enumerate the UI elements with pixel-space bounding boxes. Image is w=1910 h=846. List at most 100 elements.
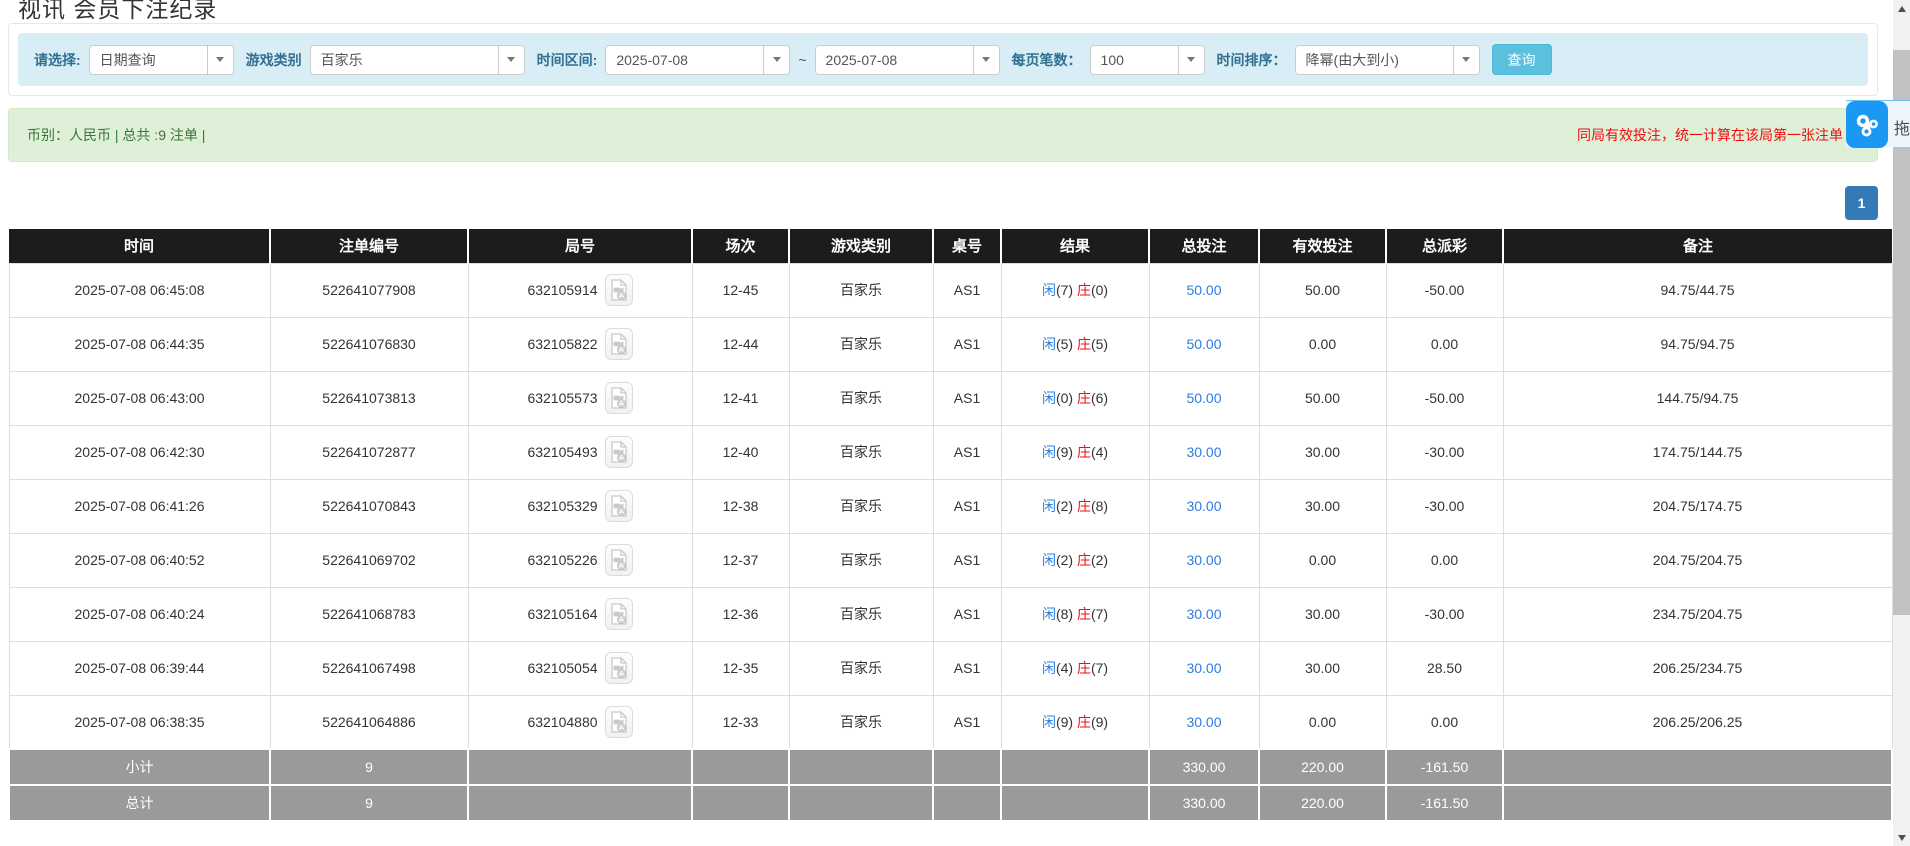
total-row-cell — [788, 784, 934, 822]
range-separator: ~ — [798, 51, 807, 68]
page-size-value: 100 — [1100, 51, 1124, 68]
cell-round: 632104880 — [467, 694, 693, 750]
table-row: 2025-07-08 06:45:08 522641077908 632105914… — [8, 262, 1893, 318]
video-replay-button[interactable] — [604, 436, 633, 468]
round-number: 632105914 — [527, 282, 598, 298]
page: 视讯 会员下注纪录 请选择: 日期查询 游戏类别 百家乐 时间区间: 2025-… — [0, 0, 1910, 846]
cell-round: 632105329 — [467, 478, 693, 534]
total-bet-link[interactable]: 50.00 — [1186, 282, 1221, 298]
total-bet-link[interactable]: 30.00 — [1186, 606, 1221, 622]
cell-total-bet: 30.00 — [1148, 532, 1260, 588]
cell-time: 2025-07-08 06:40:24 — [8, 586, 271, 642]
chevron-down-icon[interactable] — [1177, 45, 1204, 74]
cell-time: 2025-07-08 06:42:30 — [8, 424, 271, 480]
total-bet-link[interactable]: 30.00 — [1186, 660, 1221, 676]
player-result-label: 闲 — [1041, 606, 1056, 622]
time-sort-select[interactable]: 降幂(由大到小) — [1294, 44, 1480, 75]
subtotal-row: 小计 9 330.00 220.00 -161.50 — [8, 748, 1893, 786]
cell-time: 2025-07-08 06:38:35 — [8, 694, 271, 750]
cell-remark: 206.25/206.25 — [1502, 694, 1893, 750]
subtotal-row-cell: 9 — [269, 748, 469, 786]
cell-time: 2025-07-08 06:45:08 — [8, 262, 271, 318]
cloud-share-button[interactable] — [1846, 101, 1888, 148]
subtotal-row-cell: 小计 — [8, 748, 271, 786]
cell-table-no: AS1 — [932, 640, 1002, 696]
cell-bet-id: 522641069702 — [269, 532, 469, 588]
cell-table-no: AS1 — [932, 424, 1002, 480]
banker-result-label: 庄 — [1076, 444, 1091, 460]
cell-round: 632105822 — [467, 316, 693, 372]
date-from-select[interactable]: 2025-07-08 — [605, 44, 791, 75]
query-type-select[interactable]: 日期查询 — [88, 44, 234, 75]
video-replay-button[interactable] — [604, 382, 633, 414]
cell-time: 2025-07-08 06:43:00 — [8, 370, 271, 426]
scroll-down-button[interactable] — [1893, 829, 1910, 846]
video-replay-button[interactable] — [604, 544, 633, 576]
subtotal-row-cell — [932, 748, 1002, 786]
subtotal-row-cell: 330.00 — [1148, 748, 1260, 786]
video-replay-button[interactable] — [604, 652, 633, 684]
cell-bet-id: 522641076830 — [269, 316, 469, 372]
cell-table-no: AS1 — [932, 478, 1002, 534]
scroll-up-button[interactable] — [1893, 0, 1910, 17]
cell-table-no: AS1 — [932, 370, 1002, 426]
cell-payout: 0.00 — [1385, 694, 1504, 750]
table-row: 2025-07-08 06:42:30 522641072877 632105493… — [8, 424, 1893, 480]
video-replay-button[interactable] — [604, 598, 633, 630]
player-result-score: (9) — [1055, 713, 1077, 730]
total-bet-link[interactable]: 50.00 — [1186, 336, 1221, 352]
cell-valid-bet: 30.00 — [1258, 640, 1387, 696]
cell-valid-bet: 30.00 — [1258, 424, 1387, 480]
cell-result: 闲(7) 庄(0) — [1000, 262, 1150, 318]
player-result-label: 闲 — [1041, 498, 1056, 514]
chevron-down-icon[interactable] — [763, 45, 790, 74]
page-size-select[interactable]: 100 — [1089, 44, 1205, 75]
table-row: 2025-07-08 06:44:35 522641076830 632105822… — [8, 316, 1893, 372]
video-replay-button[interactable] — [604, 274, 633, 306]
video-replay-button[interactable] — [604, 490, 633, 522]
subtotal-row-cell — [1502, 748, 1893, 786]
date-to-value: 2025-07-08 — [825, 51, 898, 68]
round-number: 632105493 — [527, 444, 598, 460]
game-category-label: 游戏类别 — [245, 51, 302, 68]
chevron-down-icon[interactable] — [206, 45, 233, 74]
subtotal-row-cell: 220.00 — [1258, 748, 1387, 786]
cell-valid-bet: 0.00 — [1258, 532, 1387, 588]
chevron-down-icon[interactable] — [1452, 45, 1479, 74]
cell-session: 12-44 — [691, 316, 790, 372]
total-bet-link[interactable]: 30.00 — [1186, 552, 1221, 568]
cell-game: 百家乐 — [788, 478, 934, 534]
subtotal-row-cell — [691, 748, 790, 786]
time-range-label: 时间区间: — [536, 51, 598, 68]
query-button[interactable]: 查询 — [1491, 44, 1552, 75]
cell-payout: -30.00 — [1385, 478, 1504, 534]
page-size-label: 每页笔数： — [1011, 51, 1082, 68]
query-type-value: 日期查询 — [99, 51, 156, 68]
player-result-score: (8) — [1055, 606, 1077, 622]
cell-time: 2025-07-08 06:44:35 — [8, 316, 271, 372]
game-category-select[interactable]: 百家乐 — [309, 44, 525, 75]
video-replay-button[interactable] — [604, 328, 633, 360]
total-bet-link[interactable]: 30.00 — [1186, 714, 1221, 730]
cell-session: 12-38 — [691, 478, 790, 534]
total-bet-link[interactable]: 30.00 — [1186, 498, 1221, 514]
cell-payout: -50.00 — [1385, 262, 1504, 318]
game-category-value: 百家乐 — [320, 51, 363, 68]
total-bet-link[interactable]: 30.00 — [1186, 444, 1221, 460]
query-type-label: 请选择: — [34, 51, 81, 68]
date-to-select[interactable]: 2025-07-08 — [814, 44, 1000, 75]
total-bet-link[interactable]: 50.00 — [1186, 390, 1221, 406]
cell-session: 12-36 — [691, 586, 790, 642]
chevron-down-icon[interactable] — [497, 45, 524, 74]
page-1-button[interactable]: 1 — [1845, 186, 1878, 220]
chevron-down-icon[interactable] — [972, 45, 999, 74]
cell-payout: -30.00 — [1385, 586, 1504, 642]
cell-valid-bet: 0.00 — [1258, 316, 1387, 372]
cell-round: 632105164 — [467, 586, 693, 642]
column-header: 场次 — [692, 229, 790, 263]
cell-time: 2025-07-08 06:39:44 — [8, 640, 271, 696]
cell-time: 2025-07-08 06:41:26 — [8, 478, 271, 534]
total-row: 总计 9 330.00 220.00 -161.50 — [8, 784, 1893, 822]
video-replay-button[interactable] — [604, 705, 633, 738]
cell-result: 闲(9) 庄(9) — [1000, 694, 1150, 750]
